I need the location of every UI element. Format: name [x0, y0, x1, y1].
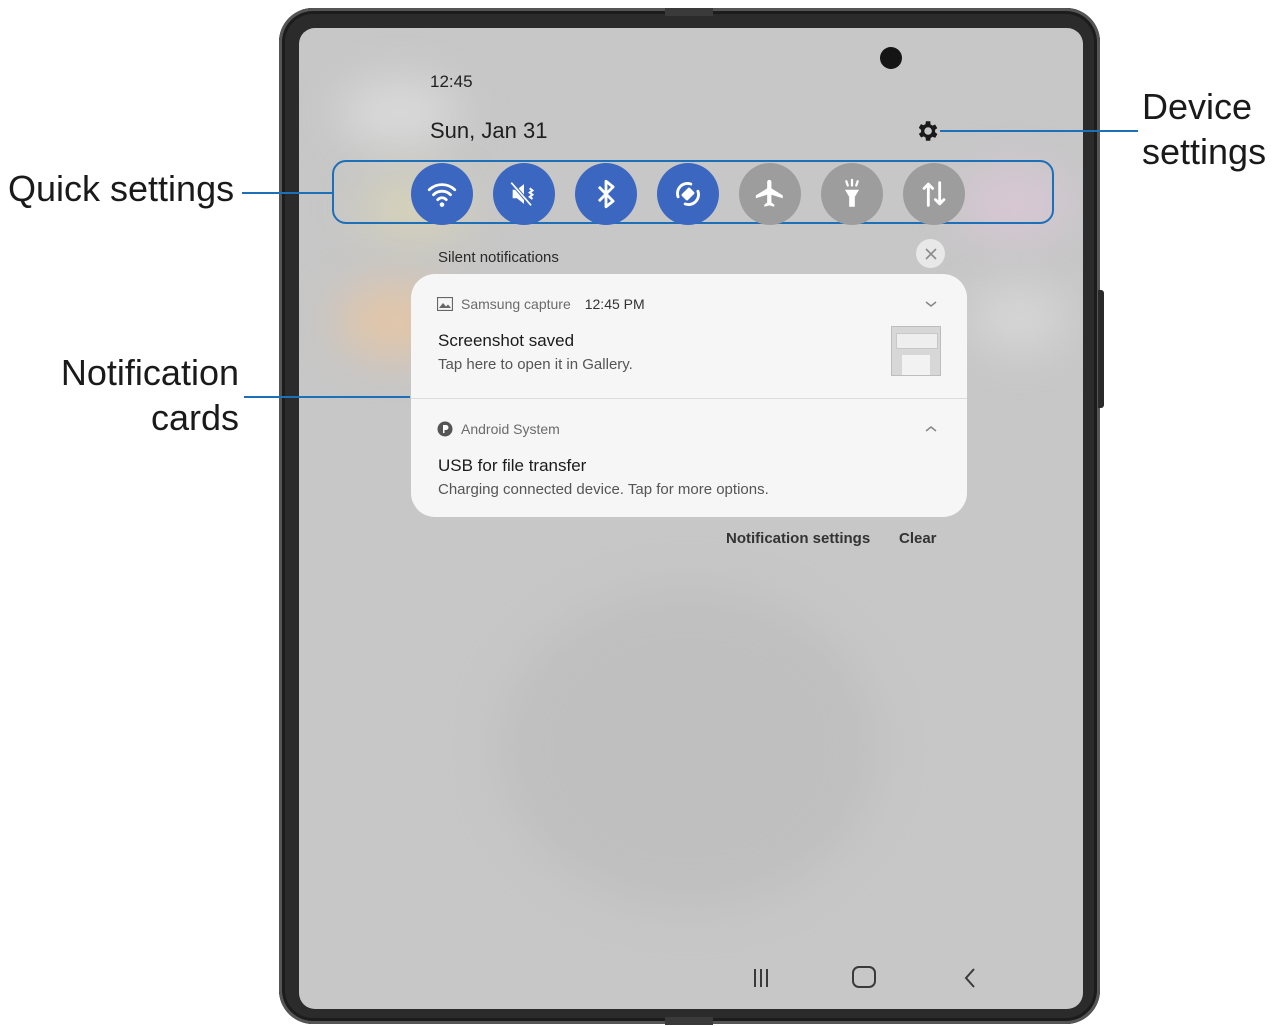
- callout-line: Notification: [60, 352, 239, 393]
- wifi-icon: [427, 183, 457, 207]
- hinge-bottom: [665, 1017, 713, 1025]
- mute-icon: [509, 181, 535, 207]
- screenshot-thumbnail[interactable]: [891, 326, 941, 376]
- callout-line: Device: [1142, 86, 1253, 127]
- date-label: Sun, Jan 31: [430, 118, 548, 143]
- notification-settings-button[interactable]: Notification settings: [726, 530, 870, 547]
- callout-line: cards: [150, 397, 239, 438]
- notification-app-row: Samsung capture 12:45 PM: [437, 296, 645, 312]
- silent-notifications-label: Silent notifications: [438, 249, 559, 266]
- clear-button[interactable]: Clear: [899, 530, 937, 547]
- hinge-top: [665, 8, 713, 16]
- chevron-down-icon[interactable]: [923, 296, 939, 312]
- auto-rotate-icon: [676, 182, 700, 206]
- bluetooth-toggle[interactable]: [575, 163, 637, 225]
- home-button[interactable]: [852, 966, 876, 988]
- notification-body[interactable]: Charging connected device. Tap for more …: [438, 481, 769, 498]
- gear-icon[interactable]: [914, 118, 940, 144]
- notification-cards-callout: Notification cards: [48, 350, 239, 440]
- notification-app-name: Samsung capture: [461, 296, 571, 312]
- callout-line: settings: [1142, 131, 1267, 172]
- notification-time: 12:45 PM: [584, 296, 645, 312]
- mobile-data-icon: [922, 181, 946, 207]
- auto-rotate-toggle[interactable]: [657, 163, 719, 225]
- quick-settings-leader: [242, 192, 334, 194]
- quick-settings-callout: Quick settings: [8, 168, 235, 209]
- notification-divider: [411, 398, 967, 399]
- bluetooth-icon: [597, 179, 615, 209]
- back-button[interactable]: [960, 965, 980, 991]
- gallery-icon: [437, 297, 453, 311]
- mobile-data-toggle[interactable]: [903, 163, 965, 225]
- notification-app-row: Android System: [437, 421, 560, 437]
- notification-cards-leader: [244, 396, 410, 398]
- status-time: 12:45: [430, 72, 473, 91]
- android-system-icon: [437, 421, 453, 437]
- side-button: [1098, 290, 1104, 408]
- airplane-toggle[interactable]: [739, 163, 801, 225]
- mute-toggle[interactable]: [493, 163, 555, 225]
- flashlight-toggle[interactable]: [821, 163, 883, 225]
- device-settings-leader: [940, 130, 1138, 132]
- wallpaper-blob: [969, 283, 1069, 353]
- device-settings-callout: Device settings: [1142, 84, 1266, 174]
- notification-body[interactable]: Tap here to open it in Gallery.: [438, 356, 633, 373]
- wifi-toggle[interactable]: [411, 163, 473, 225]
- chevron-up-icon[interactable]: [923, 421, 939, 437]
- notification-app-name: Android System: [461, 421, 560, 437]
- airplane-icon: [755, 179, 783, 207]
- close-icon: [924, 247, 937, 260]
- notification-title[interactable]: USB for file transfer: [438, 456, 586, 476]
- dismiss-all-button[interactable]: [916, 239, 945, 268]
- notification-title[interactable]: Screenshot saved: [438, 331, 574, 351]
- flashlight-icon: [844, 178, 860, 207]
- wallpaper-blob: [499, 588, 879, 908]
- recent-apps-button[interactable]: [748, 965, 774, 991]
- front-camera: [880, 47, 902, 69]
- notification-cards: Samsung capture 12:45 PM Screenshot save…: [411, 274, 967, 517]
